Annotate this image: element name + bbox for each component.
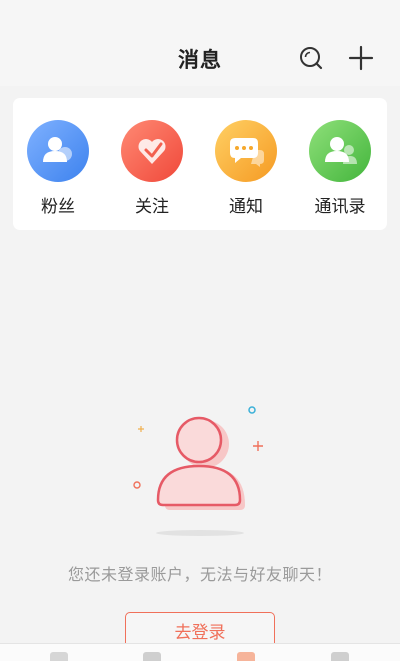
shortcut-card: 粉丝 关注 通知 通讯录 (13, 98, 387, 230)
tab-icon-3[interactable] (237, 652, 255, 661)
contacts-icon (309, 120, 371, 182)
header: 消息 (0, 30, 400, 86)
user-placeholder-icon (125, 400, 275, 540)
page-title: 消息 (178, 48, 222, 72)
fans-icon (27, 120, 89, 182)
plus-icon[interactable] (347, 44, 375, 72)
chat-bubble-icon (215, 120, 277, 182)
shortcut-label: 关注 (135, 197, 169, 217)
shortcut-fans[interactable]: 粉丝 (18, 120, 98, 217)
shortcut-label: 粉丝 (41, 197, 75, 217)
shortcut-label: 通讯录 (314, 197, 366, 217)
shortcut-contacts[interactable]: 通讯录 (300, 120, 380, 217)
tab-icon-2[interactable] (143, 652, 161, 661)
shortcut-label: 通知 (229, 197, 263, 217)
home-icon[interactable] (50, 652, 68, 661)
heart-icon (121, 120, 183, 182)
search-icon[interactable] (297, 44, 325, 72)
shortcut-notification[interactable]: 通知 (206, 120, 286, 217)
shortcut-follow[interactable]: 关注 (112, 120, 192, 217)
profile-icon[interactable] (331, 652, 349, 661)
bottom-tab-bar (0, 643, 400, 661)
empty-state-message: 您还未登录账户，无法与好友聊天！ (67, 565, 332, 584)
status-bar (0, 0, 400, 30)
